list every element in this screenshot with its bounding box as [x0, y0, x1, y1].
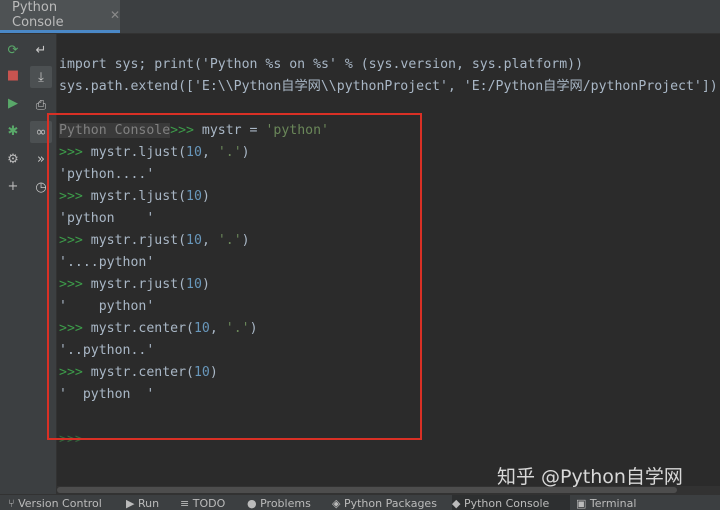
code: ): [241, 233, 250, 248]
status-problems[interactable]: ● Problems: [247, 495, 311, 510]
code: ,: [209, 321, 226, 336]
console-input-line: Python Console>>> mystr = 'python': [59, 120, 329, 142]
console-output-line: ' python ': [59, 387, 155, 402]
console-input-line: >>> mystr.ljust(10): [59, 186, 210, 208]
code-string: 'python': [265, 123, 329, 138]
console-input-line: >>> mystr.ljust(10, '.'): [59, 142, 250, 164]
code: mystr.ljust(: [82, 189, 187, 204]
branch-icon: ⑂: [8, 497, 19, 510]
debug-icon[interactable]: ✱: [3, 121, 23, 141]
prompt: >>>: [59, 432, 83, 447]
show-variables-icon[interactable]: ∞: [30, 121, 52, 143]
scroll-to-end-icon[interactable]: ⤓: [30, 66, 52, 88]
prompt: >>>: [170, 123, 194, 138]
code: mystr.ljust(: [82, 145, 187, 160]
code: mystr =: [193, 123, 266, 138]
package-icon: ◈: [332, 497, 344, 510]
console-init-line: import sys; print('Python %s on %s' % (s…: [59, 57, 584, 72]
code: ): [249, 321, 258, 336]
watermark: 知乎 @Python自学网: [497, 466, 683, 488]
status-version-control[interactable]: ⑂ Version Control: [8, 495, 102, 510]
stop-icon[interactable]: ■: [3, 65, 23, 85]
tab-python-console[interactable]: Python Console ✕: [0, 0, 120, 33]
run-icon: ▶: [126, 497, 138, 510]
console-init-line: sys.path.extend(['E:\\Python自学网\\pythonP…: [59, 79, 718, 94]
console-output-line: 'python....': [59, 167, 155, 182]
tab-title: Python Console: [12, 0, 64, 30]
prompt: >>>: [59, 277, 83, 292]
close-icon[interactable]: ✕: [110, 8, 120, 22]
code-number: 10: [186, 189, 202, 204]
prompt: >>>: [59, 145, 83, 160]
console-output-line: ' python': [59, 299, 155, 314]
code: ): [201, 277, 210, 292]
code-string: '.': [225, 321, 250, 336]
tab-bar: Python Console ✕: [0, 0, 720, 34]
python-icon: ◆: [452, 497, 464, 510]
console-input-line: >>> mystr.center(10): [59, 362, 218, 384]
status-python-packages[interactable]: ◈ Python Packages: [332, 495, 437, 510]
console-input-line: >>> mystr.center(10, '.'): [59, 318, 258, 340]
code: ): [209, 365, 218, 380]
code: mystr.center(: [82, 365, 194, 380]
code-number: 10: [186, 277, 202, 292]
prompt: >>>: [59, 321, 83, 336]
console-label: Python Console: [59, 123, 171, 138]
prompt: >>>: [59, 233, 83, 248]
code: ,: [201, 145, 218, 160]
print-icon[interactable]: ⎙: [30, 94, 52, 116]
code-string: '.': [217, 233, 242, 248]
code: mystr.rjust(: [82, 233, 187, 248]
run-icon[interactable]: ▶: [3, 93, 23, 113]
console-output-line: '....python': [59, 255, 155, 270]
console-output-line: 'python ': [59, 211, 155, 226]
prompt: >>>: [59, 189, 83, 204]
info-icon: ●: [247, 497, 261, 510]
code: ): [201, 189, 210, 204]
add-icon[interactable]: +: [3, 176, 23, 196]
console-input-line: >>> mystr.rjust(10): [59, 274, 210, 296]
list-icon: ≡: [180, 497, 193, 510]
settings-icon[interactable]: ⚙: [3, 149, 23, 169]
code-string: '.': [217, 145, 242, 160]
console-input-line: >>> mystr.rjust(10, '.'): [59, 230, 250, 252]
code: ,: [201, 233, 218, 248]
code: mystr.rjust(: [82, 277, 187, 292]
soft-wrap-icon[interactable]: ↵: [30, 39, 52, 61]
code-number: 10: [186, 233, 202, 248]
console-output-line: '..python..': [59, 343, 155, 358]
console-input-prompt[interactable]: >>>: [59, 429, 83, 451]
code-number: 10: [186, 145, 202, 160]
terminal-icon: ▣: [576, 497, 590, 510]
tool-window-bar: ⑂ Version Control ▶ Run ≡ TODO ● Problem…: [0, 494, 720, 510]
code-number: 10: [193, 321, 210, 336]
history-next-icon[interactable]: »: [30, 148, 52, 170]
code: mystr.center(: [82, 321, 194, 336]
status-terminal[interactable]: ▣ Terminal: [576, 495, 720, 510]
rerun-icon[interactable]: ⟳: [3, 40, 23, 60]
code: ): [241, 145, 250, 160]
status-run[interactable]: ▶ Run: [126, 495, 159, 510]
prompt: >>>: [59, 365, 83, 380]
code-number: 10: [193, 365, 210, 380]
console-toolbar-left: ⟳ ■ ▶ ✱ ⚙ +: [0, 34, 26, 494]
history-icon[interactable]: ◷: [30, 176, 52, 198]
console-toolbar-right: ↵ ⤓ ⎙ ∞ » ◷: [26, 34, 57, 494]
status-todo[interactable]: ≡ TODO: [180, 495, 225, 510]
console-output[interactable]: import sys; print('Python %s on %s' % (s…: [57, 34, 720, 486]
status-python-console[interactable]: ◆ Python Console: [452, 495, 570, 510]
